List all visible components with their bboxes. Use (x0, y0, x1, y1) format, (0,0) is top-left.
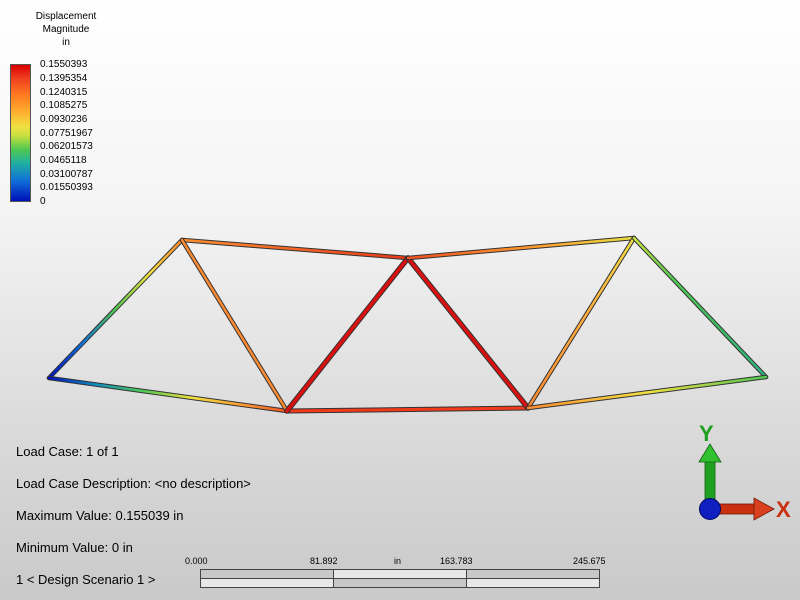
scale-bar (200, 569, 600, 589)
scale-bar-segment (200, 578, 334, 588)
coordinate-triad: Y X (698, 421, 791, 522)
truss-member-top-left (180, 238, 410, 260)
truss-member-left-diagonal (47, 238, 184, 380)
design-scenario-label: 1 < Design Scenario 1 > (16, 572, 156, 587)
scale-bar-tick-label: 163.783 (440, 556, 473, 566)
scale-bar-tick-label: 81.892 (310, 556, 338, 566)
load-case-label: Load Case: (16, 444, 83, 459)
truss-member-center-right-web (406, 256, 530, 410)
y-axis-arrow (698, 443, 722, 507)
z-axis-origin (699, 498, 721, 520)
load-case-description-value: <no description> (154, 476, 251, 491)
minimum-value: 0 in (111, 540, 133, 555)
truss-member-right-diagonal (632, 236, 768, 379)
load-case-description-info: Load Case Description: <no description> (16, 476, 251, 491)
truss-members (46, 235, 769, 414)
scale-bar-segment (466, 578, 600, 588)
minimum-value-info: Minimum Value: 0 in (16, 540, 133, 555)
scale-bar-tick-label: 0.000 (185, 556, 208, 566)
truss-member-bottom-right (526, 375, 768, 410)
maximum-value-info: Maximum Value: 0.155039 in (16, 508, 183, 523)
maximum-value: 0.155039 in (115, 508, 184, 523)
maximum-value-label: Maximum Value: (16, 508, 112, 523)
truss-model-viewport[interactable] (0, 0, 800, 440)
truss-member-right-web (526, 236, 636, 410)
truss-member-left-web (180, 238, 289, 413)
x-axis-arrow (717, 497, 775, 521)
truss-member-bottom-left (47, 376, 289, 413)
load-case-info: Load Case: 1 of 1 (16, 444, 119, 459)
scale-bar-unit: in (394, 556, 402, 566)
truss-member-top-right (406, 236, 636, 260)
scale-bar-tick-label: 245.675 (573, 556, 606, 566)
minimum-value-label: Minimum Value: (16, 540, 109, 555)
x-axis-label: X (776, 497, 791, 522)
truss-member-center-left-web (285, 256, 410, 413)
load-case-value: 1 of 1 (86, 444, 119, 459)
scale-bar-segment (333, 578, 467, 588)
y-axis-label: Y (699, 421, 714, 446)
load-case-description-label: Load Case Description: (16, 476, 152, 491)
